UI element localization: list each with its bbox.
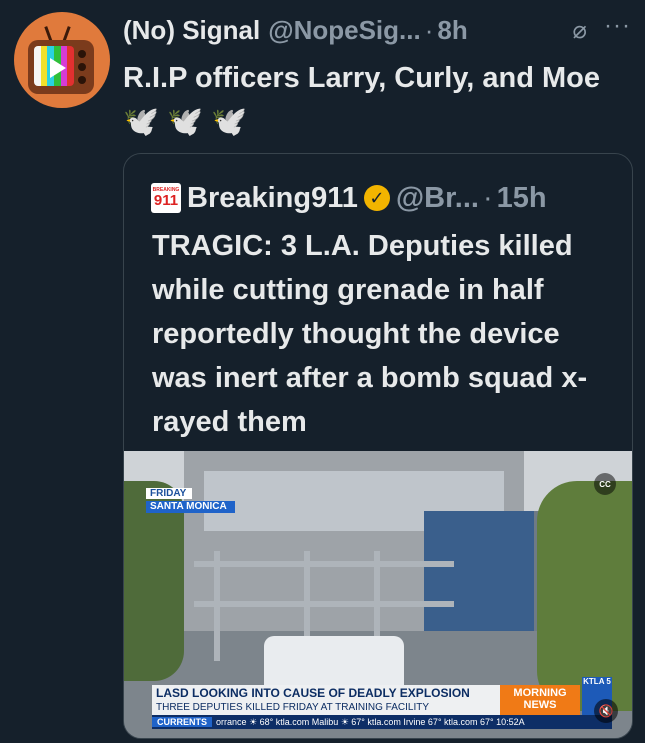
quote-timestamp[interactable]: 15h [497,182,547,215]
location-tag: FRIDAY SANTA MONICA [146,483,235,513]
location-place: SANTA MONICA [146,501,235,513]
closed-captions-icon[interactable]: CC [594,473,616,495]
separator-dot: · [424,14,434,45]
tv-icon [28,40,94,94]
user-handle[interactable]: @NopeSig... [268,15,420,46]
video-player[interactable]: FRIDAY SANTA MONICA CC LASD LOOKING INTO… [124,451,632,738]
tweet-body: R.I.P officers Larry, Curly, and Moe [123,62,601,94]
breaking911-logo: BREAKING 911 [151,183,181,213]
avatar[interactable] [14,12,110,108]
news-ticker: CURRENTS orrance ☀ 68° ktla.com Malibu ☀ … [152,715,612,729]
news-headline: LASD LOOKING INTO CAUSE OF DEADLY EXPLOS… [152,685,500,702]
morning-news-badge: MORNING NEWS [500,685,580,715]
news-lower-third: LASD LOOKING INTO CAUSE OF DEADLY EXPLOS… [152,677,612,729]
barrier [264,636,404,686]
mute-icon[interactable]: 🔇 [594,699,618,723]
news-subline: THREE DEPUTIES KILLED FRIDAY AT TRAINING… [152,702,500,715]
more-icon[interactable]: ··· [604,12,631,40]
location-day: FRIDAY [146,488,193,499]
timestamp[interactable]: 8h [437,15,467,46]
tweet-header: (No) Signal @NopeSig... · 8h ⌀ ··· [123,12,635,48]
quoted-tweet[interactable]: BREAKING 911 Breaking911 ✓ @Br... · 15h … [123,153,633,739]
display-name[interactable]: (No) Signal [123,15,260,46]
quote-handle[interactable]: @Br... [396,182,479,215]
ticker-tag: CURRENTS [152,717,213,727]
quote-header: BREAKING 911 Breaking911 ✓ @Br... · 15h [151,178,622,218]
no-signal-icon: ⌀ [572,17,587,44]
ticker-text: orrance ☀ 68° ktla.com Malibu ☀ 67° ktla… [216,717,525,727]
quote-text: TRAGIC: 3 L.A. Deputies killed while cut… [152,230,588,438]
quote-separator: · [482,181,493,214]
tweet-text: R.I.P officers Larry, Curly, and Moe 🕊️ … [123,56,623,144]
quote-display-name[interactable]: Breaking911 [187,182,358,215]
dove-emoji: 🕊️ 🕊️ 🕊️ [123,106,248,138]
verified-badge-icon: ✓ [363,185,390,211]
